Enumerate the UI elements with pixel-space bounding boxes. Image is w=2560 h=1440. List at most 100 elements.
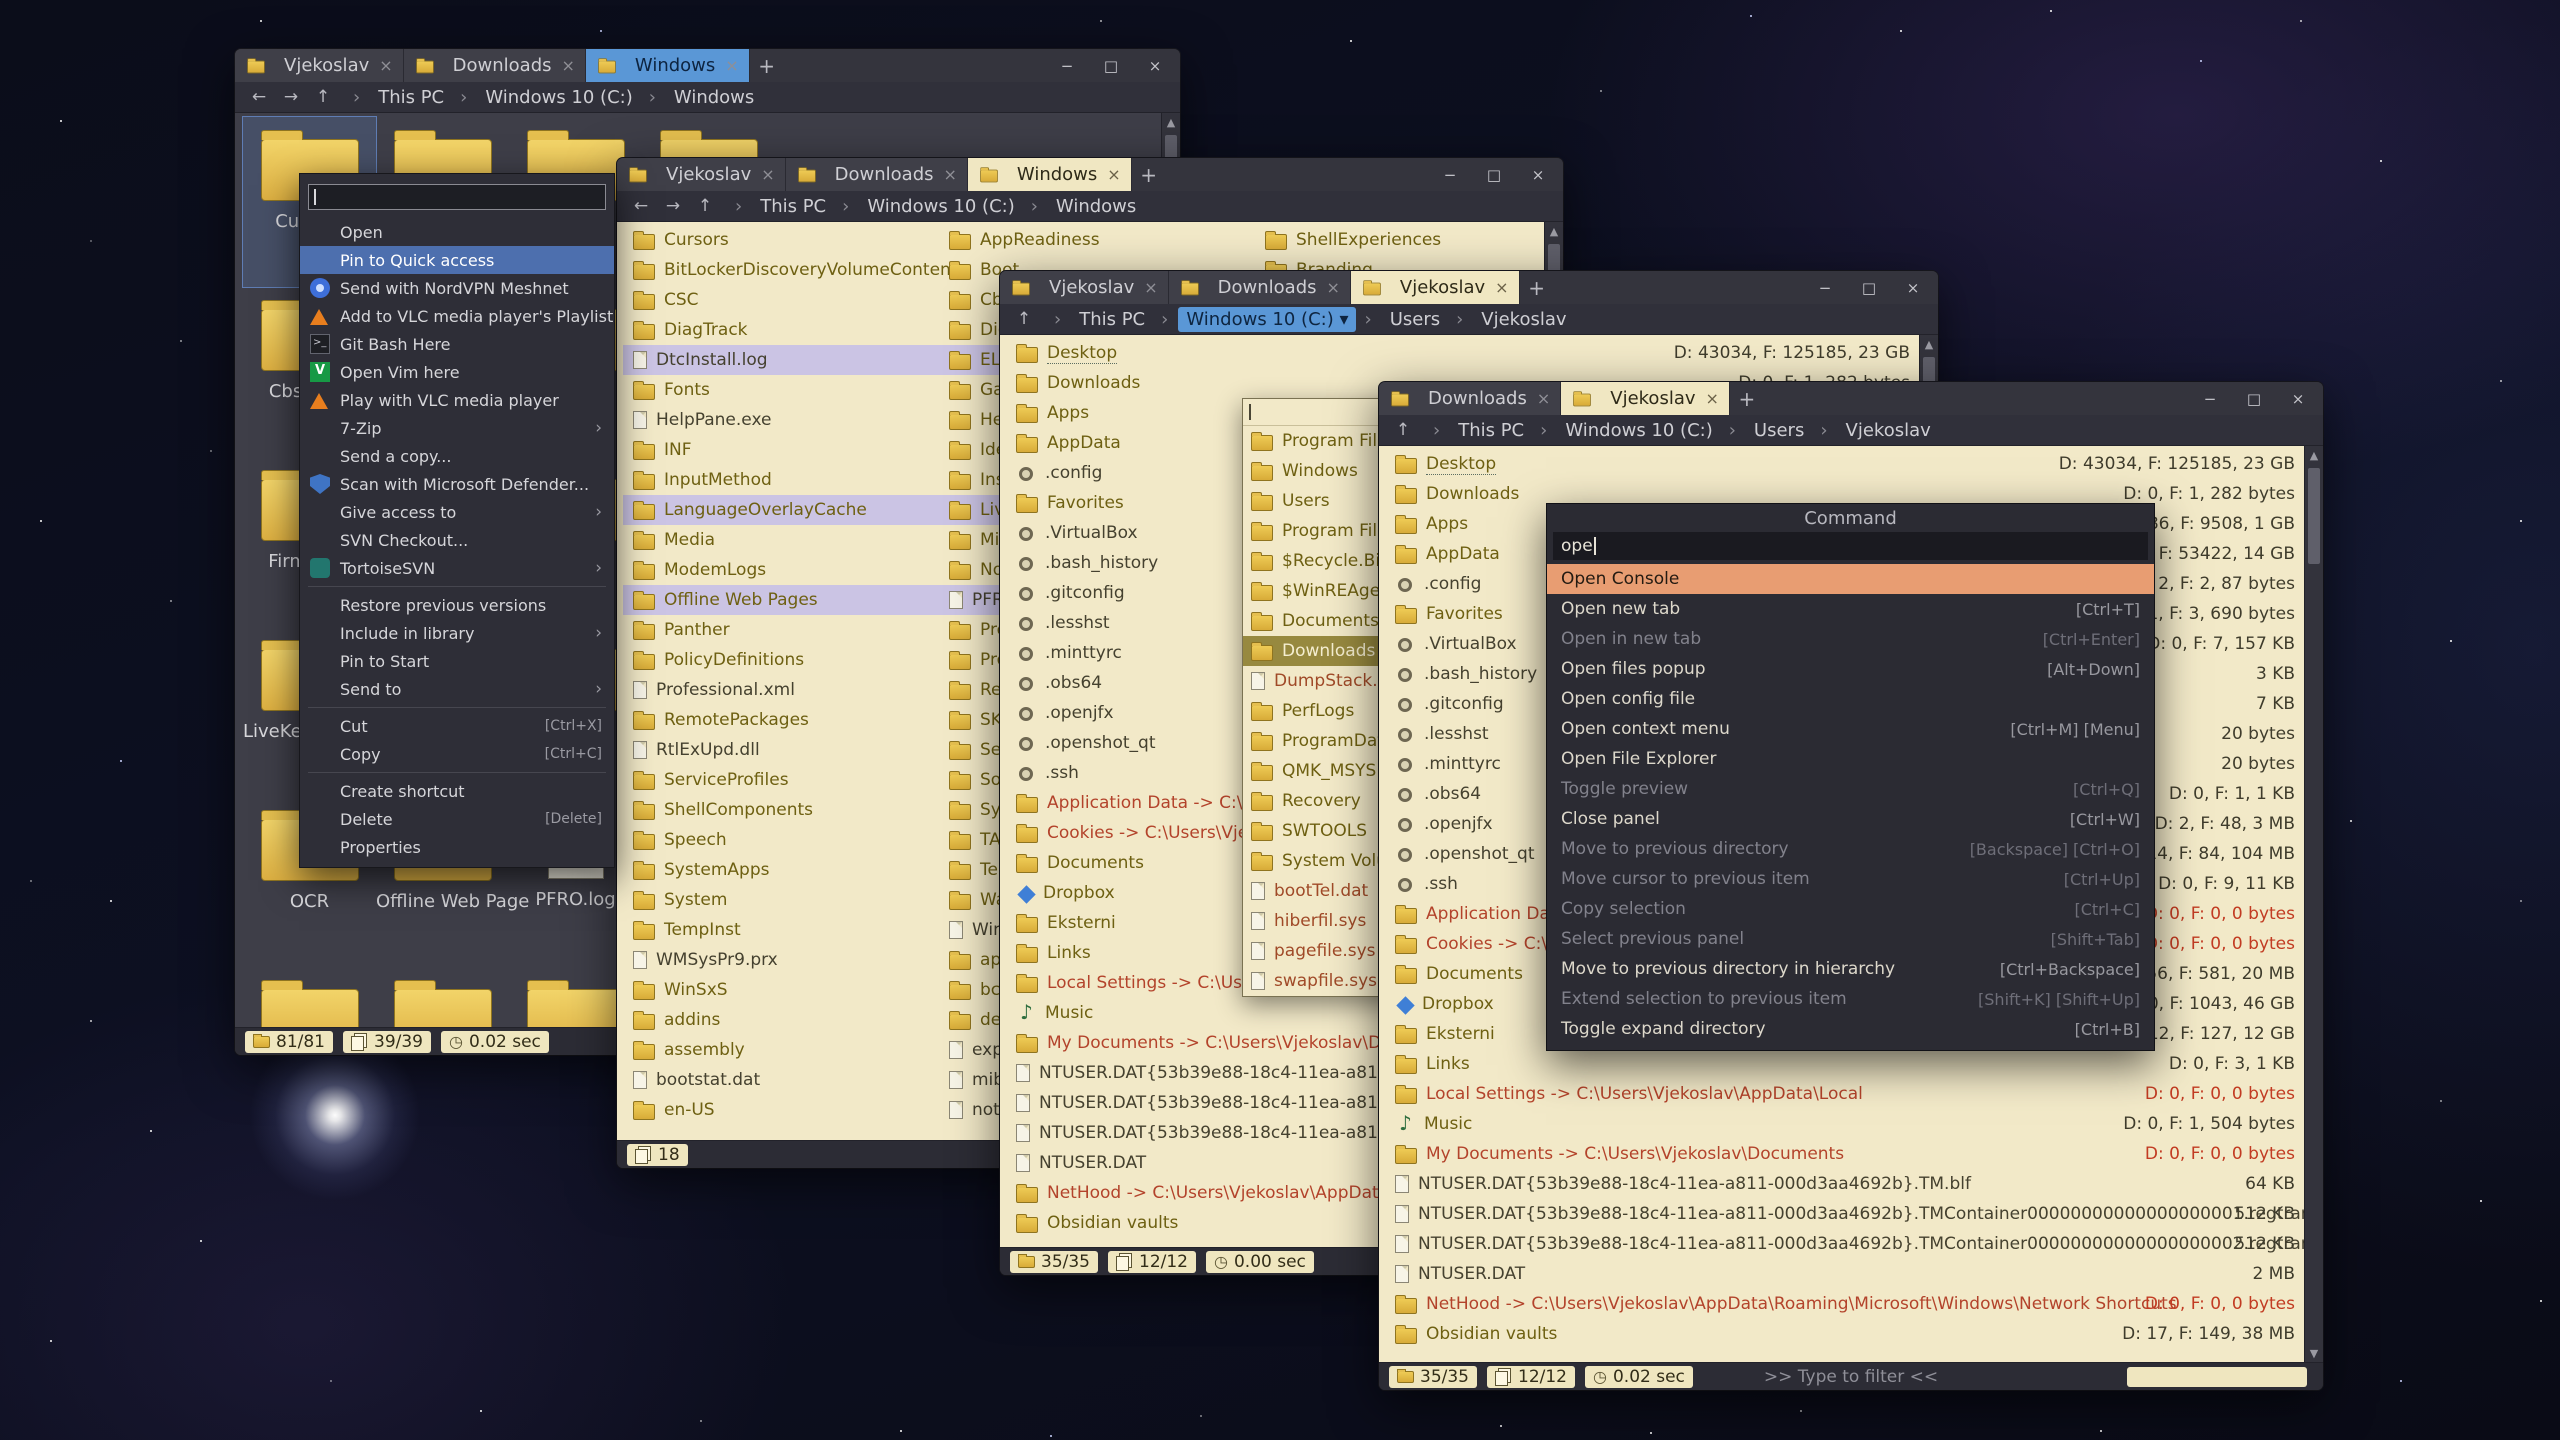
maximize-button[interactable]: □	[1090, 52, 1132, 79]
breadcrumb-item[interactable]: This PC	[727, 194, 834, 219]
palette-item[interactable]: Toggle expand directory [Ctrl+B]	[1547, 1014, 2154, 1044]
minimize-button[interactable]: −	[1429, 161, 1471, 188]
file-row[interactable]: Desktop D: 43034, F: 125185, 23 GB	[1385, 449, 2305, 479]
breadcrumb-item[interactable]: Windows	[1023, 194, 1145, 219]
file-row[interactable]: Desktop D: 43034, F: 125185, 23 GB	[1006, 338, 1920, 368]
file-row[interactable]: NTUSER.DAT 2 MB	[1385, 1259, 2305, 1289]
file-row[interactable]: BitLockerDiscoveryVolumeContents	[623, 255, 939, 285]
palette-item[interactable]: Move to previous directory in hierarchy …	[1547, 954, 2154, 984]
minimize-button[interactable]: −	[1804, 274, 1846, 301]
tab[interactable]: Downloads ×	[786, 158, 968, 191]
context-menu-item[interactable]	[300, 582, 614, 591]
palette-item[interactable]: Open config file	[1547, 684, 2154, 714]
context-menu-item[interactable]: Open	[300, 218, 614, 246]
palette-item[interactable]: Extend selection to previous item [Shift…	[1547, 984, 2154, 1014]
file-row[interactable]: DiagTrack	[623, 315, 939, 345]
file-row[interactable]: ShellComponents	[623, 795, 939, 825]
tab[interactable]: Downloads ×	[404, 49, 586, 82]
tab[interactable]: Windows ×	[968, 158, 1132, 191]
close-button[interactable]: ×	[1892, 274, 1934, 301]
file-row[interactable]: Cursors	[623, 225, 939, 255]
up-button[interactable]: ↑	[1008, 307, 1040, 331]
context-menu-item[interactable]: Send to ›	[300, 675, 614, 703]
context-menu-item[interactable]: TortoiseSVN ›	[300, 554, 614, 582]
forward-button[interactable]: →	[275, 85, 307, 109]
new-tab-button[interactable]: +	[1520, 271, 1554, 304]
palette-item[interactable]: Toggle preview [Ctrl+Q]	[1547, 774, 2154, 804]
file-row[interactable]: RtlExUpd.dll	[623, 735, 939, 765]
context-menu-item[interactable]: Copy [Ctrl+C]	[300, 740, 614, 768]
tab-close-icon[interactable]: ×	[1537, 389, 1550, 408]
tab[interactable]: Vjekoslav ×	[1000, 271, 1169, 304]
close-button[interactable]: ×	[1134, 52, 1176, 79]
breadcrumb-item[interactable]: Users	[1721, 418, 1813, 443]
breadcrumb-item[interactable]: This PC	[345, 85, 452, 110]
tab-close-icon[interactable]: ×	[1107, 165, 1120, 184]
context-menu-item[interactable]: Play with VLC media player	[300, 386, 614, 414]
close-button[interactable]: ×	[1517, 161, 1559, 188]
file-row[interactable]: NTUSER.DAT{53b39e88-18c4-11ea-a811-000d3…	[1385, 1169, 2305, 1199]
tab[interactable]: Vjekoslav ×	[1561, 382, 1730, 415]
tab[interactable]: Downloads ×	[1169, 271, 1351, 304]
palette-item[interactable]: Open context menu [Ctrl+M] [Menu]	[1547, 714, 2154, 744]
up-button[interactable]: ↑	[1387, 418, 1419, 442]
file-row[interactable]: LanguageOverlayCache	[623, 495, 939, 525]
context-menu-item[interactable]: Include in library ›	[300, 619, 614, 647]
breadcrumb-item[interactable]: Vjekoslav	[1448, 307, 1574, 332]
context-menu-item[interactable]: Delete [Delete]	[300, 805, 614, 833]
tab-close-icon[interactable]: ×	[562, 56, 575, 75]
scrollbar[interactable]: ▲ ▼	[2304, 446, 2323, 1362]
breadcrumb-item[interactable]: Windows 10 (C:) ▾	[1153, 307, 1356, 332]
context-menu-item[interactable]: Send a copy...	[300, 442, 614, 470]
context-menu-item[interactable]: Create shortcut	[300, 777, 614, 805]
file-icon-cell[interactable]	[243, 967, 376, 1027]
close-button[interactable]: ×	[2277, 385, 2319, 412]
file-row[interactable]: TempInst	[623, 915, 939, 945]
file-row[interactable]: Panther	[623, 615, 939, 645]
file-row[interactable]: Speech	[623, 825, 939, 855]
context-menu-item[interactable]: Give access to ›	[300, 498, 614, 526]
tab-close-icon[interactable]: ×	[379, 56, 392, 75]
palette-item[interactable]: Open Console	[1547, 564, 2154, 594]
file-row[interactable]: NTUSER.DAT{53b39e88-18c4-11ea-a811-000d3…	[1385, 1229, 2305, 1259]
file-icon-cell[interactable]	[376, 967, 509, 1027]
maximize-button[interactable]: □	[1473, 161, 1515, 188]
tab-close-icon[interactable]: ×	[1706, 389, 1719, 408]
back-button[interactable]: ←	[243, 85, 275, 109]
new-tab-button[interactable]: +	[750, 49, 784, 82]
file-row[interactable]: WinSxS	[623, 975, 939, 1005]
file-row[interactable]: ModemLogs	[623, 555, 939, 585]
forward-button[interactable]: →	[657, 194, 689, 218]
palette-item[interactable]: Close panel [Ctrl+W]	[1547, 804, 2154, 834]
breadcrumb-item[interactable]: This PC	[1046, 307, 1153, 332]
tab-close-icon[interactable]: ×	[1327, 278, 1340, 297]
file-row[interactable]: InputMethod	[623, 465, 939, 495]
tab-close-icon[interactable]: ×	[1495, 278, 1508, 297]
scroll-up-icon[interactable]: ▲	[1920, 335, 1938, 353]
context-menu-item[interactable]: Git Bash Here	[300, 330, 614, 358]
context-menu-item[interactable]: Scan with Microsoft Defender...	[300, 470, 614, 498]
tab-close-icon[interactable]: ×	[761, 165, 774, 184]
file-row[interactable]: Fonts	[623, 375, 939, 405]
file-row[interactable]: Professional.xml	[623, 675, 939, 705]
file-row[interactable]: ShellExperiences	[1255, 225, 1563, 255]
file-row[interactable]: ServiceProfiles	[623, 765, 939, 795]
context-menu-item[interactable]: Cut [Ctrl+X]	[300, 712, 614, 740]
context-menu-item[interactable]: Pin to Quick access	[300, 246, 614, 274]
minimize-button[interactable]: −	[2189, 385, 2231, 412]
breadcrumb-item[interactable]: Windows 10 (C:)	[834, 194, 1023, 219]
palette-search-input[interactable]: ope	[1553, 532, 2148, 560]
scroll-thumb[interactable]	[2308, 468, 2320, 564]
scroll-down-icon[interactable]: ▼	[2305, 1344, 2323, 1362]
palette-item[interactable]: Move to previous directory [Backspace] […	[1547, 834, 2154, 864]
file-row[interactable]: Links D: 0, F: 3, 1 KB	[1385, 1049, 2305, 1079]
breadcrumb-item[interactable]: Users	[1356, 307, 1448, 332]
file-row[interactable]: Offline Web Pages	[623, 585, 939, 615]
palette-item[interactable]: Select previous panel [Shift+Tab]	[1547, 924, 2154, 954]
tab[interactable]: Downloads ×	[1379, 382, 1561, 415]
breadcrumb-item[interactable]: Vjekoslav	[1812, 418, 1938, 443]
palette-item[interactable]: Move cursor to previous item [Ctrl+Up]	[1547, 864, 2154, 894]
context-menu-item[interactable]	[300, 703, 614, 712]
file-row[interactable]: Obsidian vaults D: 17, F: 149, 38 MB	[1385, 1319, 2305, 1349]
breadcrumb-item[interactable]: Windows 10 (C:)	[452, 85, 641, 110]
